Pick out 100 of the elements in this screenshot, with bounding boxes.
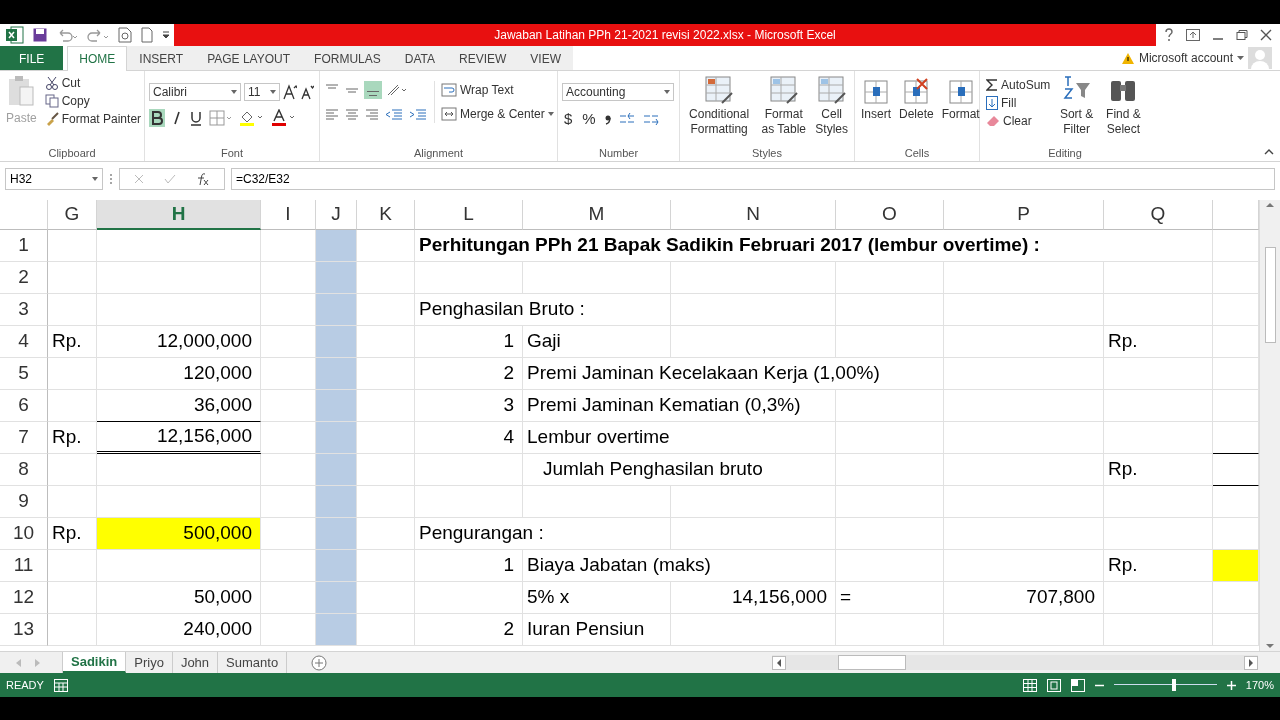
wrap-text-icon [441,82,457,98]
page-layout-icon[interactable] [1046,678,1061,692]
zoom-in-icon[interactable] [1226,680,1236,690]
customize-icon[interactable] [162,31,170,39]
row-header[interactable]: 11 [0,549,48,582]
normal-view-icon[interactable] [1022,678,1037,692]
column-header[interactable]: H [97,199,261,230]
scroll-thumb[interactable] [838,655,906,671]
vertical-scrollbar[interactable] [1259,199,1280,652]
column-header[interactable]: I [261,199,316,230]
grow-font-icon[interactable] [283,84,297,100]
shrink-font-icon[interactable] [300,84,314,100]
orientation-icon[interactable] [386,82,408,98]
restore-icon[interactable] [1236,29,1248,41]
formula-field[interactable]: =C32/E32 [231,167,1275,190]
bottom-align-button[interactable] [364,81,382,99]
print-preview-icon[interactable] [118,27,132,43]
autosum-button[interactable]: AutoSum [984,77,1053,93]
column-header[interactable]: M [523,199,671,230]
borders-icon[interactable] [209,110,233,126]
scroll-thumb[interactable] [1264,247,1276,344]
function-icon[interactable] [196,171,210,186]
column-header[interactable]: O [836,199,944,230]
window-title: Jawaban Latihan PPh 21-2021 revisi 2022.xlsx - Microsoft Excel [494,28,836,42]
name-box[interactable]: H32 [5,167,103,190]
delete-cells-button[interactable]: Delete [897,75,936,145]
column-header[interactable]: Q [1104,199,1213,230]
currency-button[interactable]: $ [562,109,575,128]
close-icon[interactable] [1260,29,1272,41]
macro-recording-icon[interactable] [53,678,68,692]
format-painter-button[interactable]: Format Painter [42,111,144,127]
column-header[interactable]: N [671,199,836,230]
copy-icon [44,94,59,108]
font-color-icon[interactable] [271,109,297,127]
find-select-button[interactable]: Find & Select [1100,75,1146,145]
font-size-field[interactable]: 11 [244,83,280,101]
copy-button[interactable]: Copy [42,93,144,109]
row-header[interactable]: 2 [0,261,48,294]
format-cells-button[interactable]: Format [939,75,982,145]
align-center-icon[interactable] [344,107,360,123]
ribbon-tab[interactable]: FILE [0,46,64,70]
caret-icon[interactable] [1237,55,1244,61]
decrease-indent-icon[interactable] [384,107,404,123]
ribbon-tab[interactable]: INSERT [127,46,196,70]
underline-button[interactable] [189,109,203,127]
help-icon[interactable] [1164,28,1174,42]
scroll-up-icon[interactable] [1266,201,1274,207]
account-name[interactable]: Microsoft account [1138,51,1233,65]
ribbon-tab[interactable]: FORMULAS [302,46,393,70]
zoom-level[interactable]: 170% [1245,679,1274,692]
ribbon-tab[interactable]: PAGE LAYOUT [195,46,303,70]
column-header[interactable]: K [357,199,415,230]
save-icon[interactable] [33,28,47,42]
wrap-text-button[interactable]: Wrap Text [439,81,556,99]
ribbon-tab[interactable]: DATA [392,46,447,70]
row-header[interactable]: 3 [0,293,48,326]
cell-styles-button[interactable]: Cell Styles [813,75,850,145]
row-header[interactable]: 6 [0,389,48,422]
ribbon-tab[interactable]: REVIEW [447,46,519,70]
redo-icon[interactable] [87,28,109,42]
horizontal-scrollbar[interactable] [772,655,1258,671]
number-format-field[interactable]: Accounting [562,83,674,101]
ribbon-display-icon[interactable] [1186,29,1200,41]
font-name-field[interactable]: Calibri [149,83,241,101]
insert-cells-button[interactable]: Insert [859,75,893,145]
fill-button[interactable]: Fill [984,95,1053,111]
column-header[interactable]: P [944,199,1104,230]
column-header[interactable]: G [48,199,97,230]
bold-button[interactable] [149,109,165,127]
row-header[interactable]: 12 [0,581,48,614]
align-left-icon[interactable] [324,107,340,123]
italic-button[interactable] [171,109,183,127]
new-document-icon[interactable] [141,27,153,43]
column-header[interactable]: L [415,199,523,230]
sheet-tab[interactable]: Sadikin [63,652,127,674]
clear-button[interactable]: Clear [984,113,1053,129]
add-sheet-icon[interactable] [311,654,328,671]
row-header[interactable]: 8 [0,453,48,486]
percent-button[interactable]: % [580,109,598,128]
fill-color-icon[interactable] [239,109,265,127]
merge-center-button[interactable]: Merge & Center [439,105,556,123]
sort-filter-button[interactable]: Sort & Filter [1056,75,1097,145]
row-header[interactable]: 13 [0,613,48,646]
cut-button[interactable]: Cut [42,75,144,91]
conditional-formatting-button[interactable]: Conditional Formatting [684,75,755,145]
row-header[interactable]: 9 [0,485,48,518]
group-label: Alignment [414,146,463,159]
excel-icon[interactable] [6,26,24,44]
align-right-icon[interactable] [364,107,380,123]
eraser-icon [986,115,1000,127]
format-as-table-button[interactable]: Format as Table [758,75,810,145]
ribbon-tab[interactable]: HOME [67,46,128,71]
clipboard-icon [8,75,35,109]
row-header[interactable]: 5 [0,357,48,390]
page-break-icon[interactable] [1070,678,1085,692]
row-header[interactable]: 1 [0,229,48,262]
column-header[interactable]: J [316,199,357,230]
collapse-ribbon-icon[interactable] [1264,147,1274,155]
ribbon-tab[interactable]: VIEW [518,46,573,70]
increase-indent-icon[interactable] [408,107,428,123]
